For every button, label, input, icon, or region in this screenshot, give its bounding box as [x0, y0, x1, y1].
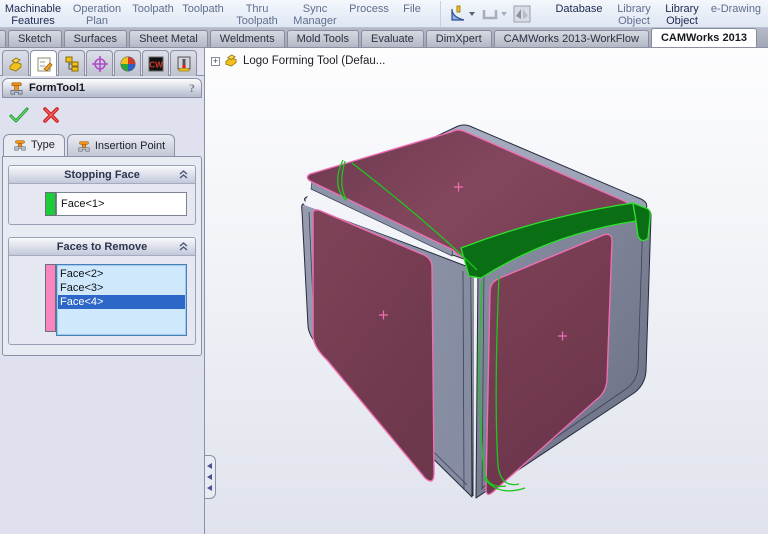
menu-library-object-1[interactable]: Library Object — [610, 1, 658, 27]
menu-sync-manager[interactable]: Sync Manager — [286, 1, 344, 27]
menu-library-object-2[interactable]: Library Object — [658, 1, 706, 27]
configuration-manager-icon — [65, 56, 78, 71]
faces-to-remove-group: Faces to Remove Face<2> Face<3> Face<4> — [8, 237, 196, 345]
camworks-operation-tree-icon — [177, 56, 190, 71]
collapse-chevron-icon[interactable] — [178, 169, 189, 180]
stopping-face-color-swatch — [45, 192, 56, 216]
svg-text:CW: CW — [149, 60, 163, 69]
faces-to-remove-title: Faces to Remove — [56, 240, 148, 253]
form-tool-tab-icon — [78, 140, 90, 152]
menu-icon-cluster — [440, 1, 537, 27]
tab-surfaces[interactable]: Surfaces — [63, 30, 128, 47]
flip-section-icon[interactable] — [513, 5, 531, 23]
tab-mold-tools[interactable]: Mold Tools — [286, 30, 359, 47]
manager-icon-tabs: CW — [0, 48, 204, 76]
flyout-feature-tree: + Logo Forming Tool (Defau... — [211, 54, 385, 68]
list-item[interactable]: Face<2> — [58, 267, 185, 281]
menu-process[interactable]: Process — [344, 1, 394, 15]
form-tool-tab-icon — [14, 140, 26, 151]
form-tool-icon-glyph — [451, 5, 465, 21]
tab-type-label: Type — [31, 139, 55, 151]
tab-insertion-point-label: Insertion Point — [94, 139, 166, 152]
cancel-button[interactable] — [42, 106, 60, 124]
die-channel-icon[interactable] — [481, 5, 507, 23]
dimxpert-manager-tab[interactable] — [86, 50, 113, 76]
property-manager-panel: CW FormTool1 ? Type Insertion Point Stop… — [0, 48, 205, 534]
part-icon — [225, 54, 237, 67]
collapse-arrow-icon — [207, 485, 212, 491]
ok-button[interactable] — [8, 106, 30, 124]
camworks-operation-tree-tab[interactable] — [170, 50, 197, 76]
property-manager-icon — [37, 57, 53, 72]
stopping-face-header[interactable]: Stopping Face — [9, 166, 195, 184]
list-item-selected[interactable]: Face<4> — [58, 295, 185, 309]
tab-type[interactable]: Type — [3, 134, 65, 156]
form-tool-icon[interactable] — [449, 5, 475, 23]
dimxpert-manager-icon — [91, 55, 108, 72]
menu-e-drawing[interactable]: e-Drawing — [706, 1, 766, 27]
display-manager-icon — [120, 56, 135, 71]
configuration-manager-tab[interactable] — [58, 50, 85, 76]
tab-stub — [0, 30, 6, 47]
panel-collapse-handle[interactable] — [205, 455, 216, 499]
collapse-arrow-icon — [207, 463, 212, 469]
faces-to-remove-header[interactable]: Faces to Remove — [9, 238, 195, 256]
die-channel-icon-glyph — [482, 10, 498, 20]
pm-tab-strip: Type Insertion Point — [0, 134, 204, 156]
dropdown-caret[interactable] — [469, 12, 475, 16]
tab-weldments[interactable]: Weldments — [209, 30, 285, 47]
remove-faces-color-swatch — [45, 264, 56, 332]
help-button[interactable]: ? — [189, 81, 195, 96]
forming-tool-3d-model[interactable] — [205, 48, 768, 534]
feature-manager-tab[interactable] — [2, 50, 29, 76]
menu-file[interactable]: File — [394, 1, 430, 15]
camworks-feature-tree-tab[interactable]: CW — [142, 50, 169, 76]
flip-section-icon-glyph — [513, 5, 531, 23]
tab-camworks-workflow[interactable]: CAMWorks 2013-WorkFlow — [493, 30, 649, 47]
tab-sketch[interactable]: Sketch — [8, 30, 62, 47]
form-tool-feature-icon — [10, 82, 23, 94]
tab-sheet-metal[interactable]: Sheet Metal — [129, 30, 208, 47]
stopping-face-group: Stopping Face Face<1> — [8, 165, 196, 225]
feature-manager-icon — [9, 57, 21, 71]
menu-machinable-features[interactable]: Machinable Features — [0, 1, 66, 27]
commandmanager-tabbar: Sketch Surfaces Sheet Metal Weldments Mo… — [0, 28, 768, 48]
stopping-face-content: Face<1> — [9, 184, 195, 224]
menu-operation-plan[interactable]: Operation Plan — [66, 1, 128, 27]
tree-expand-button[interactable]: + — [211, 56, 220, 66]
property-manager-tab[interactable] — [30, 50, 57, 76]
pm-tab-page: Stopping Face Face<1> Faces to Remove Fa… — [2, 156, 202, 356]
tab-dimxpert[interactable]: DimXpert — [425, 30, 492, 47]
menu-database[interactable]: Database — [548, 1, 610, 27]
list-item[interactable]: Face<3> — [58, 281, 185, 295]
panel-empty-area — [0, 380, 204, 534]
graphics-viewport[interactable]: + Logo Forming Tool (Defau... — [205, 48, 768, 534]
collapse-arrow-icon — [207, 474, 212, 480]
pm-action-buttons — [0, 98, 204, 130]
menu-toolpath-2[interactable]: Toolpath — [178, 1, 228, 15]
tree-item-label[interactable]: Logo Forming Tool (Defau... — [243, 55, 385, 67]
tab-insertion-point[interactable]: Insertion Point — [66, 134, 176, 156]
tab-camworks-2013[interactable]: CAMWorks 2013 — [650, 28, 757, 47]
menubar-right-group: Database Library Object Library Object e… — [548, 1, 766, 27]
faces-to-remove-listbox[interactable]: Face<2> Face<3> Face<4> — [56, 264, 187, 336]
camworks-feature-tree-icon: CW — [148, 56, 163, 71]
feature-title: FormTool1 — [29, 82, 86, 94]
stopping-face-title: Stopping Face — [64, 168, 140, 181]
tab-evaluate[interactable]: Evaluate — [360, 30, 424, 47]
propertymanager-header: FormTool1 ? — [2, 78, 202, 98]
collapse-chevron-icon[interactable] — [178, 241, 189, 252]
stopping-face-input[interactable]: Face<1> — [56, 192, 187, 216]
faces-to-remove-content: Face<2> Face<3> Face<4> — [9, 256, 195, 344]
command-menubar: Machinable Features Operation Plan Toolp… — [0, 0, 768, 28]
dropdown-caret-disabled[interactable] — [501, 12, 507, 16]
menu-thru-toolpath[interactable]: Thru Toolpath — [228, 1, 286, 27]
display-manager-tab[interactable] — [114, 50, 141, 76]
menu-toolpath-1[interactable]: Toolpath — [128, 1, 178, 15]
